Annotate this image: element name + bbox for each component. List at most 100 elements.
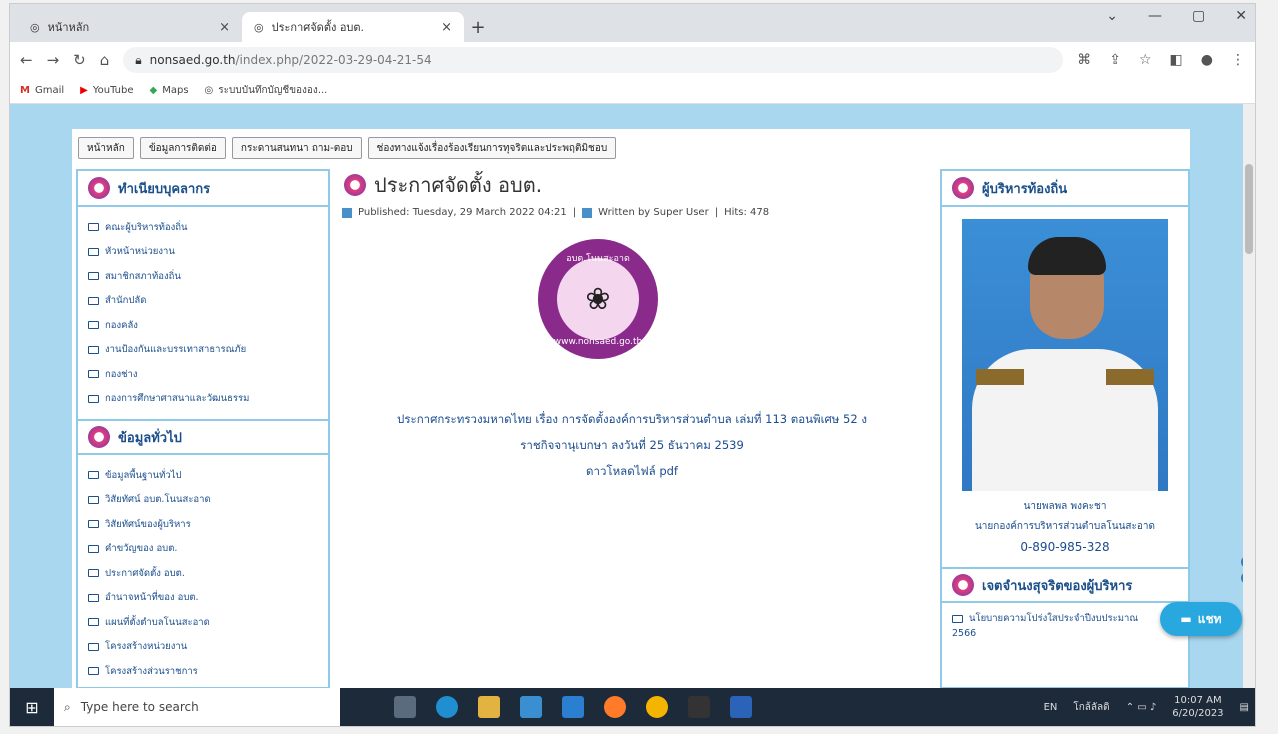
menu-icon[interactable]: ⋮	[1231, 52, 1245, 68]
tab-title: หน้าหลัก	[47, 21, 90, 34]
comment-icon	[952, 614, 963, 623]
translate-icon[interactable]: ⌘	[1077, 52, 1091, 68]
list-item[interactable]: วิสัยทัศน์ของผู้บริหาร	[88, 512, 318, 537]
list-item[interactable]: แผนที่ตั้งตำบลโนนสะอาด	[88, 610, 318, 635]
comment-icon	[88, 321, 99, 330]
list-item[interactable]: โครงสร้างส่วนราชการ	[88, 659, 318, 684]
list-item[interactable]: หัวหน้าหน่วยงาน	[88, 240, 318, 265]
lotus-bullet-icon	[344, 174, 366, 196]
file-explorer-icon[interactable]	[478, 696, 500, 718]
weather-widget[interactable]: โกล้ลัลดิ	[1073, 700, 1109, 715]
bookmark-gmail[interactable]: M Gmail	[20, 85, 64, 96]
task-view-icon[interactable]	[394, 696, 416, 718]
chrome-icon[interactable]	[646, 696, 668, 718]
list-item[interactable]: อำนาจหน้าที่ของ อบต.	[88, 586, 318, 611]
list-item[interactable]: สำนักปลัด	[88, 289, 318, 314]
edge-icon[interactable]	[436, 696, 458, 718]
list-item[interactable]: กองการศึกษาศาสนาและวัฒนธรรม	[88, 387, 318, 412]
list-item[interactable]: โครงสร้างหน่วยงาน	[88, 635, 318, 660]
windows-start-icon[interactable]: ⊞	[10, 688, 54, 726]
comment-icon	[88, 370, 99, 379]
comment-icon	[88, 296, 99, 305]
scroll-thumb[interactable]	[1245, 164, 1253, 254]
sidepanel-icon[interactable]: ◧	[1170, 52, 1183, 68]
article: ประกาศจัดตั้ง อบต. Published: Tuesday, 2…	[342, 169, 922, 688]
taskbar-apps	[394, 696, 752, 718]
minimize-icon[interactable]: —	[1148, 8, 1162, 24]
integrity-list: นโยบายความโปร่งใสประจำปีงบประมาณ 2566	[942, 603, 1188, 647]
forward-icon[interactable]: →	[47, 51, 60, 69]
tab-home[interactable]: ◎ หน้าหลัก ×	[18, 12, 242, 42]
star-icon[interactable]: ☆	[1139, 52, 1152, 68]
menu-home[interactable]: หน้าหลัก	[78, 137, 134, 159]
user-icon	[582, 207, 593, 218]
address-bar[interactable]: 🔒︎ nonsaed.go.th/index.php/2022-03-29-04…	[123, 47, 1064, 73]
page-container: หน้าหลัก ข้อมูลการติดต่อ กระดานสนทนา ถาม…	[72, 129, 1190, 688]
top-menu: หน้าหลัก ข้อมูลการติดต่อ กระดานสนทนา ถาม…	[78, 137, 617, 159]
download-pdf-link[interactable]: ดาวโหลดไฟล์ pdf	[342, 458, 922, 484]
close-window-icon[interactable]: ✕	[1235, 8, 1247, 24]
language-indicator[interactable]: EN	[1044, 702, 1058, 713]
lotus-bullet-icon	[88, 426, 110, 448]
bookmark-youtube[interactable]: ▶ YouTube	[80, 85, 133, 96]
reload-icon[interactable]: ↻	[73, 51, 86, 69]
menu-contact[interactable]: ข้อมูลการติดต่อ	[139, 137, 226, 159]
lotus-bullet-icon	[952, 574, 974, 596]
back-icon[interactable]: ←	[20, 51, 33, 69]
menu-complaints[interactable]: ช่องทางแจ้งเรื่องร้องเรียนการทุจริตและปร…	[367, 137, 617, 159]
clock[interactable]: 10:07 AM 6/20/2023	[1172, 694, 1223, 720]
share-icon[interactable]: ⇪	[1109, 52, 1121, 68]
bookmark-accounting[interactable]: ◎ ระบบบันทึกบัญชีขององ...	[205, 83, 328, 98]
app-icon[interactable]	[688, 696, 710, 718]
hits: Hits: 478	[724, 207, 770, 218]
list-item[interactable]: คณะผู้บริหารท้องถิ่น	[88, 215, 318, 240]
bookmark-maps[interactable]: ◆ Maps	[150, 85, 189, 96]
chat-button[interactable]: ▬ แชท	[1160, 602, 1242, 636]
maximize-icon[interactable]: ▢	[1192, 8, 1205, 24]
profile-icon[interactable]: ●	[1201, 52, 1213, 68]
integrity-header: เจตจำนงสุจริตของผู้บริหาร	[942, 567, 1188, 603]
youtube-icon: ▶	[80, 85, 88, 96]
list-item[interactable]: งานป้องกันและบรรเทาสาธารณภัย	[88, 338, 318, 363]
page-scrollbar[interactable]	[1243, 104, 1255, 688]
globe-icon: ◎	[254, 20, 264, 34]
url-path: /index.php/2022-03-29-04-21-54	[235, 53, 432, 67]
notification-icon[interactable]: ▤	[1240, 702, 1249, 713]
tab-search-icon[interactable]: ⌄	[1106, 8, 1118, 24]
comment-icon	[88, 642, 99, 651]
list-item[interactable]: นโยบายความโปร่งใสประจำปีงบประมาณ 2566	[952, 611, 1178, 639]
tray-icons[interactable]: ⌃ ▭ ♪	[1126, 702, 1157, 713]
system-tray: EN โกล้ลัลดิ ⌃ ▭ ♪ 10:07 AM 6/20/2023 ▤	[1044, 688, 1249, 726]
tab-title: ประกาศจัดตั้ง อบต.	[271, 21, 365, 34]
list-item[interactable]: กองช่าง	[88, 362, 318, 387]
article-meta: Published: Tuesday, 29 March 2022 04:21 …	[342, 207, 922, 218]
comment-icon	[88, 272, 99, 281]
globe-icon: ◎	[204, 85, 214, 96]
store-icon[interactable]	[520, 696, 542, 718]
word-icon[interactable]	[730, 696, 752, 718]
close-tab-icon[interactable]: ×	[219, 20, 230, 35]
home-icon[interactable]: ⌂	[100, 51, 110, 69]
browser-window: ◎ หน้าหลัก × ◎ ประกาศจัดตั้ง อบต. × + ⌄ …	[10, 4, 1255, 726]
windows-taskbar: ⊞ ⌕ Type here to search EN โกล้ลัลดิ ⌃ ▭…	[10, 688, 1255, 726]
window-controls: ⌄ — ▢ ✕	[1106, 8, 1247, 24]
list-item[interactable]: ประกาศจัดตั้ง อบต.	[88, 561, 318, 586]
list-item[interactable]: กองคลัง	[88, 313, 318, 338]
firefox-icon[interactable]	[604, 696, 626, 718]
new-tab-button[interactable]: +	[464, 12, 492, 42]
list-item[interactable]: สมาชิกสภาท้องถิ่น	[88, 264, 318, 289]
list-item[interactable]: ข้อมูลพื้นฐานทั่วไป	[88, 463, 318, 488]
comment-icon	[88, 495, 99, 504]
author: Written by Super User	[598, 207, 709, 218]
mail-icon[interactable]	[562, 696, 584, 718]
taskbar-search[interactable]: ⌕ Type here to search	[54, 688, 340, 726]
announcement-line-2: ราชกิจจานุเบกษา ลงวันที่ 25 ธันวาคม 2539	[520, 438, 744, 452]
comment-icon	[88, 593, 99, 602]
tab-announcement[interactable]: ◎ ประกาศจัดตั้ง อบต. ×	[242, 12, 464, 42]
close-tab-icon[interactable]: ×	[441, 20, 452, 35]
list-item[interactable]: คำขวัญของ อบต.	[88, 537, 318, 562]
general-header: ข้อมูลทั่วไป	[78, 419, 328, 455]
menu-forum[interactable]: กระดานสนทนา ถาม-ตอบ	[231, 137, 362, 159]
list-item[interactable]: วิสัยทัศน์ อบต.โนนสะอาด	[88, 488, 318, 513]
executive-position: นายกองค์การบริหารส่วนตำบลโนนสะอาด	[974, 521, 1156, 532]
